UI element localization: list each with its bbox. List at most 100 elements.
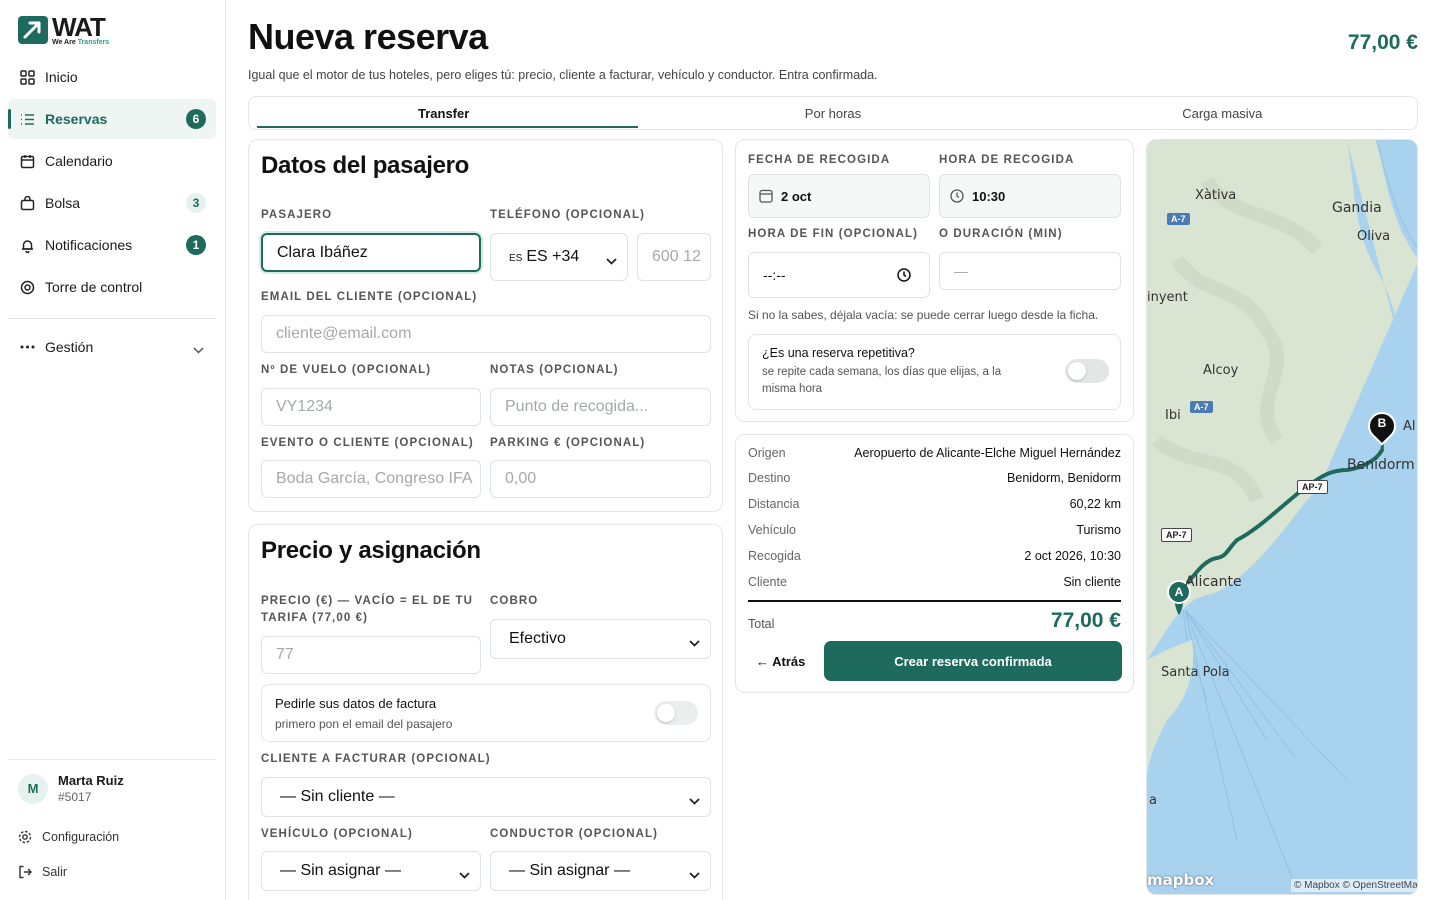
chevron-down-icon [459, 866, 470, 884]
page-title: Nueva reserva [248, 16, 488, 57]
repeat-toggle[interactable] [1065, 359, 1109, 383]
nav-item-gestion[interactable]: Gestión [8, 327, 216, 367]
nav-item-torre-de-control[interactable]: Torre de control [8, 267, 216, 307]
user-id: #5017 [58, 790, 92, 804]
pickup-date-label: Fecha de recogida [748, 154, 891, 166]
payment-select[interactable]: Efectivo [490, 619, 711, 659]
tab-carga-masiva[interactable]: Carga masiva [1028, 97, 1417, 129]
chevron-down-icon [689, 792, 700, 810]
mapbox-logo[interactable]: mapbox [1147, 871, 1214, 889]
brand-tagline: We Are Transfers [52, 39, 110, 46]
bill-client-select[interactable]: — Sin cliente — [261, 777, 711, 817]
route-map[interactable]: A B Xàtiva Gandia Oliva inyent Alcoy Ibi… [1146, 139, 1418, 895]
event-input[interactable]: Boda García, Congreso IFA [261, 460, 481, 498]
summary-row-vehicle: Vehículo Turismo [748, 523, 1121, 537]
pickup-time-label: Hora de recogida [939, 154, 1075, 166]
nav-label: Notificaciones [45, 237, 133, 253]
bolsa-count-badge: 3 [186, 193, 206, 213]
calendar-icon [759, 189, 773, 203]
flight-input[interactable]: VY1234 [261, 388, 481, 426]
phone-prefix-select[interactable]: ES ES +34 [490, 233, 628, 281]
chevron-down-icon [606, 252, 617, 270]
map-canvas [1147, 140, 1417, 894]
logout-link[interactable]: Salir [18, 865, 67, 879]
nav-label: Gestión [45, 339, 94, 355]
user-profile[interactable]: M Marta Ruiz #5017 [18, 773, 124, 804]
invoice-request-toggle[interactable] [654, 701, 698, 725]
road-badge-a7: A-7 [1167, 213, 1190, 225]
notes-input[interactable]: Punto de recogida... [490, 388, 711, 426]
phone-number-input[interactable]: 600 12 [637, 233, 711, 281]
bill-client-value: — Sin cliente — [280, 788, 395, 805]
chevron-down-icon [193, 341, 204, 357]
chevron-down-icon [689, 866, 700, 884]
pickup-date-input[interactable]: 2 oct [748, 174, 930, 218]
logout-label: Salir [42, 865, 68, 879]
logout-icon [18, 865, 32, 879]
reservas-count-badge: 6 [186, 109, 206, 129]
phone-prefix-value: ES +34 [526, 248, 580, 265]
vehicle-value: — Sin asignar — [280, 862, 401, 879]
notifications-count-badge: 1 [186, 235, 206, 255]
footer-divider [8, 759, 216, 760]
calendar-icon [19, 153, 35, 169]
road-badge-ap7: AP-7 [1297, 480, 1328, 494]
summary-row-pickup: Recogida 2 oct 2026, 10:30 [748, 549, 1121, 563]
logo-arrow-icon [18, 16, 48, 44]
nav-item-inicio[interactable]: Inicio [8, 57, 216, 97]
settings-label: Configuración [42, 830, 120, 844]
summary-row-origin: Origen Aeropuerto de Alicante-Elche Migue… [748, 446, 1121, 460]
pickup-time-input[interactable]: 10:30 [939, 174, 1121, 218]
driver-value: — Sin asignar — [509, 862, 630, 879]
chevron-down-icon [689, 634, 700, 652]
map-label-inyent: inyent [1147, 290, 1188, 305]
parking-input[interactable]: 0,00 [490, 460, 711, 498]
road-badge-a7: A-7 [1190, 401, 1213, 413]
nav-item-reservas[interactable]: Reservas 6 [8, 99, 216, 139]
bag-icon [19, 195, 35, 211]
nav-item-bolsa[interactable]: Bolsa 3 [8, 183, 216, 223]
driver-select[interactable]: — Sin asignar — [490, 851, 711, 891]
sidebar: WAT We Are Transfers Inicio Reservas 6 C… [0, 0, 226, 900]
repeat-box: ¿Es una reserva repetitiva? se repite ca… [748, 334, 1121, 410]
duration-input[interactable]: — [939, 252, 1121, 290]
avatar: M [18, 773, 48, 804]
clock-icon [950, 189, 964, 203]
end-time-input[interactable]: --:-- [748, 252, 930, 298]
invoice-request-hint: primero pon el email del pasajero [275, 717, 453, 731]
map-attribution[interactable]: © Mapbox © OpenStreetMap [1291, 879, 1417, 892]
flag-es-icon: ES [509, 253, 523, 264]
passenger-name-input[interactable]: Clara Ibáñez [261, 233, 481, 272]
pricing-card: Precio y asignación Precio (€) — vacío =… [248, 524, 723, 900]
grid-icon [19, 69, 35, 85]
map-label-ibi: Ibi [1165, 408, 1181, 423]
create-booking-button[interactable]: Crear reserva confirmada [824, 641, 1122, 681]
tab-por-horas[interactable]: Por horas [638, 97, 1027, 129]
summary-row-destination: Destino Benidorm, Benidorm [748, 471, 1121, 485]
map-label-edge: a [1149, 793, 1157, 808]
nav-item-calendario[interactable]: Calendario [8, 141, 216, 181]
back-button[interactable]: ← Atrás [756, 654, 805, 669]
brand-logo[interactable]: WAT We Are Transfers [18, 14, 109, 46]
vehicle-select[interactable]: — Sin asignar — [261, 851, 481, 891]
nav-label: Reservas [45, 111, 108, 127]
header-price: 77,00 € [1347, 31, 1418, 54]
user-name: Marta Ruiz [58, 773, 124, 788]
event-label: Evento o cliente (opcional) [261, 437, 474, 449]
nav-item-notificaciones[interactable]: Notificaciones 1 [8, 225, 216, 265]
gear-icon [18, 830, 32, 844]
end-time-value: --:-- [763, 267, 786, 283]
pickup-time-value: 10:30 [972, 188, 1006, 204]
duration-label: o duración (min) [939, 228, 1063, 240]
road-badge-ap7: AP-7 [1161, 528, 1192, 542]
target-icon [19, 279, 35, 295]
email-input[interactable]: cliente@email.com [261, 315, 711, 353]
tab-transfer[interactable]: Transfer [249, 97, 639, 129]
email-label: Email del cliente (opcional) [261, 291, 478, 303]
repeat-hint-line1: se repite cada semana, los días que elij… [762, 366, 1002, 378]
total-value: 77,00 € [1050, 609, 1121, 632]
map-label-santa-pola: Santa Pola [1161, 665, 1230, 680]
passenger-name-label: Pasajero [261, 209, 333, 221]
price-input[interactable]: 77 [261, 636, 481, 674]
settings-link[interactable]: Configuración [18, 830, 119, 844]
